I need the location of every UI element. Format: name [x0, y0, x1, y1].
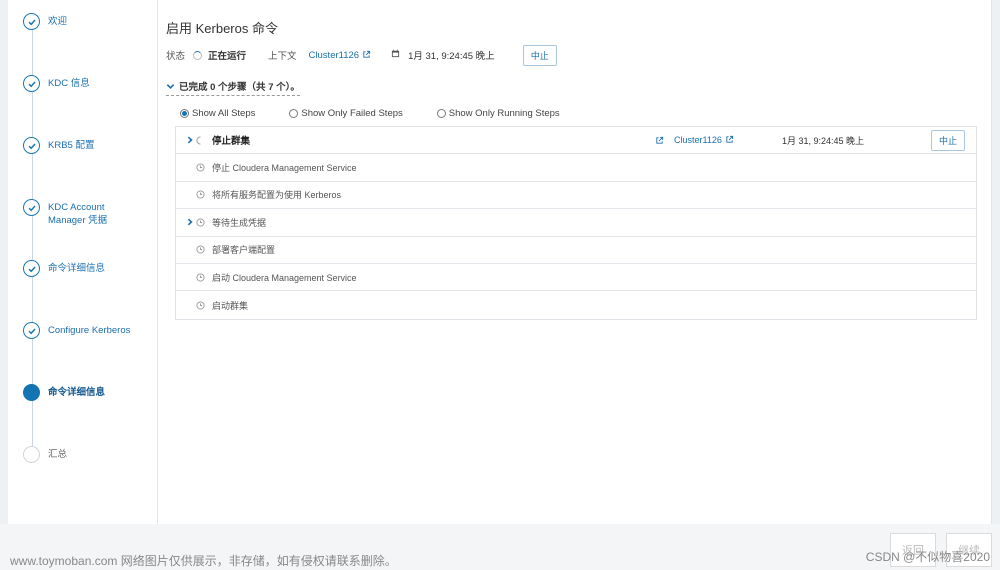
chevron-down-icon [166, 83, 175, 89]
wizard-step-label: KDC 信息 [48, 78, 90, 89]
steps-table: 停止群集 Cluster1126 1月 31, 9:24:45 晚上 中止 停止… [175, 126, 977, 320]
table-row[interactable]: 启动 Cloudera Management Service [176, 264, 976, 292]
table-row[interactable]: 停止 Cloudera Management Service [176, 154, 976, 182]
check-icon [23, 199, 40, 216]
step-time: 1月 31, 9:24:45 晚上 [782, 135, 865, 146]
step-label: 等待生成凭据 [212, 217, 267, 228]
radio-selected-icon [180, 109, 189, 118]
progress-toggle[interactable]: 已完成 0 个步骤（共 7 个）。 [166, 79, 300, 96]
wizard-step-welcome[interactable]: 欢迎 [23, 13, 153, 30]
radio-icon [436, 109, 446, 118]
context-label: 上下文 [268, 51, 297, 62]
wizard-sidebar: 欢迎 KDC 信息 KRB5 配置 KDC Account Manager 凭据… [8, 0, 158, 524]
step-label: 部署客户端配置 [212, 245, 276, 256]
pending-clock-icon [196, 218, 205, 227]
page-title: 启用 Kerberos 命令 [166, 21, 278, 36]
radio-icon [289, 109, 299, 118]
step-label: 停止群集 [212, 136, 251, 148]
wizard-step-krb5-config[interactable]: KRB5 配置 [23, 137, 153, 154]
spinner-icon [193, 50, 203, 60]
chevron-right-icon[interactable] [186, 136, 194, 144]
check-icon [23, 260, 40, 277]
wizard-step-kdc-info[interactable]: KDC 信息 [23, 75, 153, 92]
wizard-step-summary[interactable]: 汇总 [23, 446, 153, 463]
status-label: 状态 [166, 51, 186, 62]
external-link-icon[interactable] [655, 136, 664, 145]
step-label: 启动 Cloudera Management Service [212, 272, 357, 283]
external-link-icon [363, 50, 371, 58]
context-link[interactable]: Cluster1126 [309, 50, 372, 61]
external-link-icon [726, 136, 733, 143]
pending-clock-icon [196, 245, 205, 254]
step-label: 将所有服务配置为使用 Kerberos [212, 190, 342, 201]
filter-failed-steps[interactable]: Show Only Failed Steps [289, 108, 403, 119]
pending-step-icon [23, 446, 40, 463]
step-context-link[interactable]: Cluster1126 [674, 135, 734, 145]
step-context: Cluster1126 [652, 135, 734, 145]
wizard-step-label: KRB5 配置 [48, 140, 95, 151]
wizard-step-label: 命令详细信息 [48, 387, 106, 398]
start-time: 1月 31, 9:24:45 晚上 [408, 51, 495, 62]
wizard-step-label: 命令详细信息 [48, 263, 106, 274]
calendar-icon [391, 49, 400, 61]
table-row[interactable]: 将所有服务配置为使用 Kerberos [176, 182, 976, 210]
step-abort-button[interactable]: 中止 [930, 129, 965, 151]
wizard-step-label: 汇总 [48, 449, 68, 460]
spinner-icon [196, 136, 205, 145]
table-row[interactable]: 等待生成凭据 [176, 209, 976, 237]
check-icon [23, 137, 40, 154]
csdn-credit: CSDN @不似物喜2020 [865, 550, 990, 564]
current-step-icon [23, 384, 40, 401]
check-icon [23, 322, 40, 339]
wizard-step-label: Configure Kerberos [48, 325, 131, 336]
watermark-text: www.toymoban.com 网络图片仅供展示，非存储，如有侵权请联系删除。 [10, 554, 397, 568]
filter-running-steps[interactable]: Show Only Running Steps [436, 108, 560, 119]
wizard-step-command-details-2[interactable]: 命令详细信息 [23, 384, 153, 401]
pending-clock-icon [196, 163, 205, 172]
progress-text: 已完成 0 个步骤（共 7 个）。 [179, 82, 300, 93]
check-icon [23, 75, 40, 92]
table-row[interactable]: 启动群集 [176, 291, 976, 318]
check-icon [23, 13, 40, 30]
step-filters: Show All Steps Show Only Failed Steps Sh… [180, 108, 594, 119]
chevron-right-icon[interactable] [186, 218, 194, 226]
wizard-step-kdc-account[interactable]: KDC Account Manager 凭据 [23, 199, 153, 227]
status-row: 状态 正在运行 上下文 Cluster1126 1月 31, 9:24:45 晚… [166, 44, 557, 66]
table-row[interactable]: 部署客户端配置 [176, 237, 976, 264]
command-details-panel: 启用 Kerberos 命令 状态 正在运行 上下文 Cluster1126 1… [166, 0, 978, 524]
pending-clock-icon [196, 190, 205, 200]
wizard-step-command-details-1[interactable]: 命令详细信息 [23, 260, 153, 277]
table-row[interactable]: 停止群集 Cluster1126 1月 31, 9:24:45 晚上 中止 [176, 127, 976, 155]
wizard-step-label: 欢迎 [48, 16, 68, 27]
abort-button[interactable]: 中止 [522, 44, 557, 66]
filter-all-steps[interactable]: Show All Steps [180, 108, 255, 119]
wizard-step-configure-kerberos[interactable]: Configure Kerberos [23, 322, 153, 339]
status-value: 正在运行 [208, 51, 247, 62]
step-label: 停止 Cloudera Management Service [212, 163, 357, 174]
pending-clock-icon [196, 273, 205, 282]
wizard-step-label: KDC Account Manager 凭据 [48, 202, 108, 226]
step-label: 启动群集 [212, 300, 249, 311]
pending-clock-icon [196, 300, 205, 310]
